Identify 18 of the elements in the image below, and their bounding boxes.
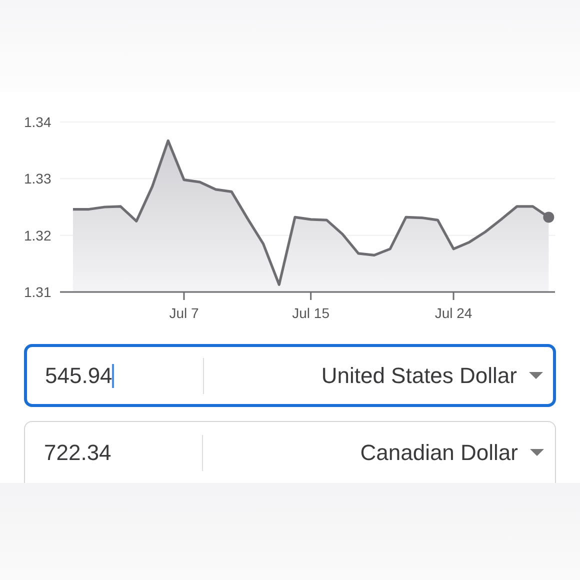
- currency-dropdown[interactable]: Canadian Dollar: [203, 440, 544, 466]
- text-cursor: [112, 364, 114, 388]
- x-axis-label: Jul 15: [292, 305, 330, 321]
- currency-dropdown[interactable]: United States Dollar: [204, 362, 543, 388]
- amount-input[interactable]: 545.94: [45, 362, 203, 388]
- y-axis-label: 1.32: [24, 227, 52, 244]
- amount-input[interactable]: 722.34: [44, 440, 202, 466]
- y-axis-label: 1.33: [24, 170, 52, 187]
- x-axis-tick: [183, 292, 185, 300]
- x-axis-label: Jul 7: [169, 305, 199, 321]
- x-axis-label: Jul 24: [434, 305, 472, 321]
- caret-icon: [530, 448, 544, 456]
- x-axis-tick: [452, 292, 454, 300]
- end-point-dot: [543, 212, 554, 223]
- caret-icon: [529, 372, 543, 380]
- y-axis-label: 1.31: [24, 284, 52, 300]
- x-axis-tick: [310, 292, 312, 300]
- y-axis-label: 1.34: [24, 114, 52, 130]
